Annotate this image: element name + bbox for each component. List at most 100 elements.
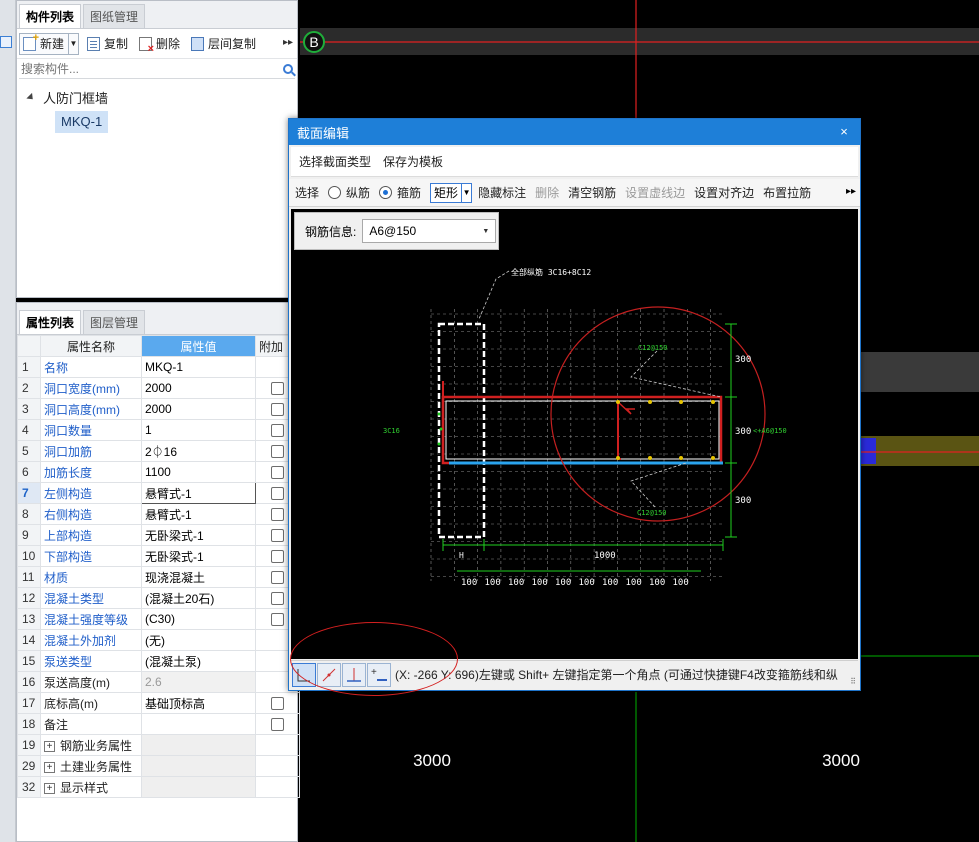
table-row[interactable]: 6 加筋长度 1100 <box>17 461 300 483</box>
extra-checkbox[interactable] <box>271 487 284 501</box>
extra-checkbox[interactable] <box>271 466 284 480</box>
search-icon[interactable] <box>283 63 293 74</box>
table-row[interactable]: 13 混凝土强度等级 (C30) <box>17 608 300 630</box>
tree-collapse-icon[interactable] <box>26 92 36 102</box>
property-value[interactable]: 2⏀16 <box>141 440 256 462</box>
toolbar-overflow-icon[interactable]: ▸▸ <box>846 186 856 197</box>
tree-node-selected[interactable]: MKQ-1 <box>55 111 109 133</box>
group-row[interactable]: 19 + 钢筋业务属性 <box>17 734 300 756</box>
table-row[interactable]: 1 名称 MKQ-1 <box>17 356 300 378</box>
property-value[interactable]: 现浇混凝土 <box>141 566 256 588</box>
property-value[interactable]: MKQ-1 <box>141 356 256 378</box>
property-value[interactable]: 2000 <box>141 398 256 420</box>
floor-copy-button[interactable]: 层间复制 <box>188 33 259 55</box>
table-row[interactable]: 16 泵送高度(m) 2.6 <box>17 671 300 693</box>
property-extra[interactable] <box>255 713 300 735</box>
property-value[interactable]: (混凝土20石) <box>141 587 256 609</box>
copy-button[interactable]: 复制 <box>84 33 131 55</box>
extra-checkbox[interactable] <box>271 382 284 396</box>
property-value[interactable]: 无卧梁式-1 <box>141 545 256 567</box>
table-row[interactable]: 10 下部构造 无卧梁式-1 <box>17 545 300 567</box>
table-row[interactable]: 2 洞口宽度(mm) 2000 <box>17 377 300 399</box>
extra-checkbox[interactable] <box>271 697 284 711</box>
radio-longitudinal-icon[interactable] <box>328 186 342 199</box>
group-row[interactable]: 32 + 显示样式 <box>17 776 300 798</box>
property-value[interactable]: 悬臂式-1 <box>141 503 256 525</box>
table-row[interactable]: 3 洞口高度(mm) 2000 <box>17 398 300 420</box>
extra-checkbox[interactable] <box>271 718 284 732</box>
tool-set-align-edge[interactable]: 设置对齐边 <box>694 184 754 201</box>
property-value[interactable]: (混凝土泵) <box>141 650 256 672</box>
close-icon[interactable]: × <box>836 124 852 140</box>
table-row[interactable]: 15 泵送类型 (混凝土泵) <box>17 650 300 672</box>
table-row[interactable]: 12 混凝土类型 (混凝土20石) <box>17 587 300 609</box>
radio-stirrup[interactable]: 箍筋 <box>379 184 421 201</box>
new-dropdown-arrow[interactable]: ▼ <box>68 33 78 54</box>
property-value[interactable]: (C30) <box>141 608 256 630</box>
table-row[interactable]: 7 左侧构造 悬臂式-1 <box>17 482 300 504</box>
extra-checkbox[interactable] <box>271 445 284 459</box>
property-value[interactable]: 无卧梁式-1 <box>141 524 256 546</box>
extra-checkbox[interactable] <box>271 613 284 627</box>
radio-longitudinal[interactable]: 纵筋 <box>328 184 370 201</box>
section-drawing[interactable]: 全部纵筋 3C16+8C12 C12@150 C12@150 3C16 <+A6… <box>291 209 858 659</box>
group-name[interactable]: + 钢筋业务属性 <box>40 734 142 756</box>
dialog-titlebar[interactable]: 截面编辑 × <box>289 119 860 145</box>
table-row[interactable]: 4 洞口数量 1 <box>17 419 300 441</box>
section-drawing-canvas[interactable]: 全部纵筋 3C16+8C12 C12@150 C12@150 3C16 <+A6… <box>291 209 858 659</box>
new-button[interactable]: 新建 ▼ <box>19 32 80 55</box>
component-search-input[interactable] <box>21 61 261 76</box>
extra-checkbox[interactable] <box>271 571 284 585</box>
tool-place-tie[interactable]: 布置拉筋 <box>763 184 811 201</box>
resize-grip-icon[interactable]: ⠿ <box>850 677 856 686</box>
table-row[interactable]: 14 混凝土外加剂 (无) <box>17 629 300 651</box>
group-row[interactable]: 29 + 土建业务属性 <box>17 755 300 777</box>
expand-icon[interactable]: + <box>44 761 55 773</box>
table-row[interactable]: 5 洞口加筋 2⏀16 <box>17 440 300 462</box>
table-row[interactable]: 18 备注 <box>17 713 300 735</box>
extra-checkbox[interactable] <box>271 508 284 522</box>
property-value[interactable]: 基础顶标高 <box>141 692 256 714</box>
tab-drawing-management[interactable]: 图纸管理 <box>83 4 146 28</box>
extra-checkbox[interactable] <box>271 592 284 606</box>
snap-ortho-icon[interactable] <box>292 662 316 687</box>
property-value[interactable]: 1 <box>141 419 256 441</box>
expand-icon[interactable]: + <box>44 740 55 752</box>
tool-hide-mark[interactable]: 隐藏标注 <box>478 184 526 201</box>
chevron-down-icon[interactable]: ▼ <box>482 228 489 235</box>
property-value[interactable]: 2.6 <box>141 671 256 693</box>
table-row[interactable]: 17 底标高(m) 基础顶标高 <box>17 692 300 714</box>
tool-clear-rebar[interactable]: 清空钢筋 <box>568 184 616 201</box>
property-value[interactable]: 2000 <box>141 377 256 399</box>
tab-layer-management[interactable]: 图层管理 <box>83 310 146 334</box>
extra-checkbox[interactable] <box>271 403 284 417</box>
table-row[interactable]: 9 上部构造 无卧梁式-1 <box>17 524 300 546</box>
radio-stirrup-icon[interactable] <box>379 186 393 199</box>
rebar-info-select[interactable]: A6@150 ▼ <box>362 219 497 243</box>
tab-component-list[interactable]: 构件列表 <box>19 4 82 28</box>
property-value[interactable]: 1100 <box>141 461 256 483</box>
menu-save-as-template[interactable]: 保存为模板 <box>383 153 443 170</box>
extra-checkbox[interactable] <box>271 529 284 543</box>
tool-select[interactable]: 选择 <box>295 184 319 201</box>
snap-perpendicular-icon[interactable] <box>342 662 366 687</box>
table-row[interactable]: 8 右侧构造 悬臂式-1 <box>17 503 300 525</box>
tab-property-list[interactable]: 属性列表 <box>19 310 82 334</box>
property-value[interactable]: (无) <box>141 629 256 651</box>
property-value[interactable]: 悬臂式-1 <box>141 482 256 504</box>
tree-node-root[interactable]: 人防门框墙 <box>17 85 297 109</box>
snap-offset-icon[interactable]: + <box>367 662 391 687</box>
toolbar-overflow-icon[interactable]: ▸▸ <box>283 37 293 48</box>
tool-delete[interactable]: 删除 <box>535 184 559 201</box>
property-extra[interactable] <box>255 692 300 714</box>
table-row[interactable]: 11 材质 现浇混凝土 <box>17 566 300 588</box>
expand-icon[interactable]: + <box>44 782 55 794</box>
menu-select-section-type[interactable]: 选择截面类型 <box>299 153 371 170</box>
snap-angle-icon[interactable] <box>317 662 341 687</box>
chevron-down-icon[interactable]: ▼ <box>461 183 471 202</box>
property-value[interactable] <box>141 713 256 735</box>
extra-checkbox[interactable] <box>271 550 284 564</box>
group-name[interactable]: + 显示样式 <box>40 776 142 798</box>
group-name[interactable]: + 土建业务属性 <box>40 755 142 777</box>
delete-button[interactable]: 删除 <box>136 33 183 55</box>
